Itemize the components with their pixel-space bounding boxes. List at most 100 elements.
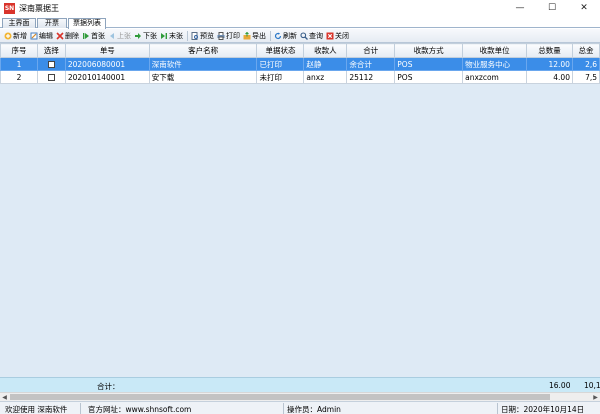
column-header-quantity[interactable]: 总数量 [526,43,573,58]
column-header-unit[interactable]: 收款单位 [462,43,528,58]
tab-invoice-list[interactable]: 票据列表 [68,18,106,29]
cell-total: 25112 [346,70,396,84]
cell-quantity: 4.00 [526,70,573,84]
toolbar-separator [270,30,271,41]
window-controls: — ☐ ✕ [504,0,600,16]
status-divider [497,403,498,414]
maximize-button[interactable]: ☐ [536,0,568,16]
cell-customer: 深南软件 [148,57,258,71]
first-label: 首张 [91,31,105,40]
close-window-button[interactable]: ✕ [568,0,600,16]
cell-payee: anxz [303,70,348,84]
toolbar: 新增 编辑 删除 首张 上张 下张 末张 预览 打印 导出 刷新 查询 关闭 [0,29,600,43]
cell-seq: 2 [0,70,38,84]
edit-button[interactable]: 编辑 [29,30,55,42]
export-button[interactable]: 导出 [242,30,268,42]
column-header-amount[interactable]: 总金 [571,43,600,58]
next-label: 下张 [143,31,157,40]
preview-icon [191,31,199,40]
totals-label: 合计： [97,382,120,391]
delete-button[interactable]: 删除 [55,30,81,42]
table-row[interactable]: 2 202010140001 安下载 未打印 anxz 25112 POS an… [0,70,600,84]
column-header-seq[interactable]: 序号 [0,43,38,58]
cell-unit: 物业服务中心 [462,57,528,71]
cell-total: 余合计 [346,57,396,71]
column-header-select[interactable]: 选择 [36,43,66,58]
export-icon [243,31,251,40]
row-checkbox[interactable] [47,61,55,68]
toolbar-separator [187,30,188,41]
tab-bar: 主界面 开票 票据列表 [0,16,600,29]
app-logo-icon: SN [4,2,15,14]
scrollbar-thumb[interactable] [10,394,550,400]
column-header-number[interactable]: 单号 [64,43,150,58]
cell-unit: anxzcom [462,70,528,84]
minimize-button[interactable]: — [504,0,536,16]
last-icon [160,32,168,40]
add-button[interactable]: 新增 [3,30,29,42]
row-checkbox[interactable] [47,74,55,81]
column-header-customer[interactable]: 客户名称 [148,43,258,58]
cell-quantity: 12.00 [526,57,573,71]
refresh-label: 刷新 [283,31,297,40]
first-icon [82,32,90,40]
status-date: 日期：2020年10月14日 [501,405,585,414]
window-title: 深南票据王 [19,3,59,13]
add-label: 新增 [13,31,27,40]
column-header-payee[interactable]: 收款人 [303,43,348,58]
edit-label: 编辑 [39,31,53,40]
cell-seq: 1 [0,57,38,71]
preview-label: 预览 [200,31,214,40]
export-label: 导出 [252,31,266,40]
print-label: 打印 [226,31,240,40]
next-button[interactable]: 下张 [133,30,159,42]
prev-icon [108,32,116,40]
totals-amount: 10,1 [584,381,600,390]
delete-label: 删除 [65,31,79,40]
column-header-status[interactable]: 单据状态 [256,43,305,58]
totals-bar: 合计： 16.00 10,1 [0,377,600,392]
last-button[interactable]: 末张 [159,30,185,42]
search-button[interactable]: 查询 [299,30,325,42]
cell-method: POS [394,57,464,71]
prev-label: 上张 [117,31,131,40]
totals-quantity: 16.00 [549,381,571,390]
refresh-button[interactable]: 刷新 [273,30,299,42]
cell-select [36,70,66,84]
scroll-right-icon[interactable]: ▶ [591,393,600,401]
print-button[interactable]: 打印 [216,30,242,42]
preview-button[interactable]: 预览 [190,30,216,42]
cell-amount: 7,5 [571,70,600,84]
status-divider [80,403,81,414]
cell-number: 202006080001 [64,57,150,71]
invoice-grid: 序号 选择 单号 客户名称 单据状态 收款人 合计 收款方式 收款单位 总数量 … [0,43,600,377]
last-label: 末张 [169,31,183,40]
prev-button[interactable]: 上张 [107,30,133,42]
status-welcome: 欢迎使用 深南软件 [5,405,68,414]
cell-method: POS [394,70,464,84]
delete-icon [56,31,64,40]
refresh-icon [274,32,282,40]
cell-status: 未打印 [256,70,305,84]
close-button[interactable]: 关闭 [325,30,351,42]
horizontal-scrollbar[interactable]: ◀ ▶ [0,392,600,401]
close-label: 关闭 [335,31,349,40]
cell-number: 202010140001 [64,70,150,84]
invoice-table: 序号 选择 单号 客户名称 单据状态 收款人 合计 收款方式 收款单位 总数量 … [0,43,600,84]
cell-status: 已打印 [256,57,305,71]
column-header-method[interactable]: 收款方式 [394,43,464,58]
table-row[interactable]: 1 202006080001 深南软件 已打印 赵静 余合计 POS 物业服务中… [0,57,600,71]
tab-main[interactable]: 主界面 [2,18,36,28]
cell-customer: 安下载 [148,70,258,84]
cell-payee: 赵静 [303,57,348,71]
add-icon [4,32,12,40]
cell-select [36,57,66,71]
scroll-left-icon[interactable]: ◀ [0,393,9,401]
next-icon [134,32,142,40]
status-operator: 操作员：Admin [287,405,341,414]
first-button[interactable]: 首张 [81,30,107,42]
search-label: 查询 [309,31,323,40]
tab-invoice[interactable]: 开票 [37,18,67,28]
title-bar: SN 深南票据王 — ☐ ✕ [0,0,600,16]
column-header-total[interactable]: 合计 [346,43,396,58]
